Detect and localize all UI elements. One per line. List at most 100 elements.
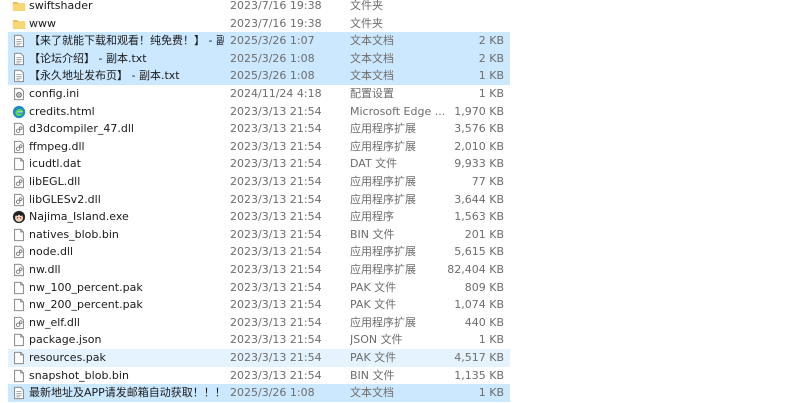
- file-modified-date: 2025/3/26 1:08: [230, 51, 315, 65]
- file-modified-date: 2023/3/13 21:54: [230, 298, 322, 312]
- file-row[interactable]: libEGL.dll 2023/3/13 21:54 应用程序扩展 77 KB: [8, 173, 510, 191]
- folder-icon: [11, 0, 27, 15]
- file-size: 5,615 KB: [454, 245, 504, 259]
- file-size: 1 KB: [478, 87, 504, 100]
- blank-file-icon: [11, 367, 27, 385]
- file-name: icudtl.dat: [29, 157, 81, 171]
- file-size: 2 KB: [478, 51, 504, 65]
- file-type: PAK 文件: [350, 298, 397, 312]
- file-row[interactable]: snapshot_blob.bin 2023/3/13 21:54 BIN 文件 1,…: [8, 367, 510, 385]
- file-modified-date: 2023/3/13 21:54: [230, 175, 322, 188]
- edge-icon: [11, 103, 27, 121]
- file-size: 1,074 KB: [454, 298, 504, 312]
- file-modified-date: 2023/3/13 21:54: [230, 280, 322, 294]
- file-modified-date: 2024/11/24 4:18: [230, 87, 322, 100]
- dll-file-icon: [11, 173, 27, 191]
- file-modified-date: 2023/7/16 19:38: [230, 0, 322, 12]
- file-name: Najima_Island.exe: [29, 210, 129, 224]
- file-size: 1 KB: [478, 333, 504, 347]
- file-size: 809 KB: [464, 280, 504, 294]
- file-type: 应用程序: [350, 210, 394, 224]
- file-type: 文本文档: [350, 34, 394, 48]
- file-type: 应用程序扩展: [350, 175, 416, 188]
- file-type: PAK 文件: [350, 351, 397, 364]
- file-modified-date: 2023/3/13 21:54: [230, 315, 322, 329]
- file-name: nw_200_percent.pak: [29, 298, 143, 312]
- file-name: 【永久地址发布页】 - 副本.txt: [29, 69, 180, 83]
- file-row[interactable]: package.json 2023/3/13 21:54 JSON 文件 1 KB: [8, 331, 510, 349]
- file-modified-date: 2023/3/13 21:54: [230, 263, 322, 276]
- file-modified-date: 2025/3/26 1:07: [230, 34, 315, 48]
- text-file-icon: [11, 67, 27, 85]
- file-row[interactable]: 【论坛介绍】 - 副本.txt 2025/3/26 1:08 文本文档 2 KB: [8, 49, 510, 68]
- file-type: BIN 文件: [350, 227, 395, 241]
- file-row[interactable]: credits.html 2023/3/13 21:54 Microsoft Edg…: [8, 103, 510, 121]
- file-modified-date: 2023/3/13 21:54: [230, 368, 322, 382]
- file-name: 【论坛介绍】 - 副本.txt: [29, 51, 147, 65]
- file-size: 77 KB: [471, 175, 504, 188]
- file-name: libEGL.dll: [29, 175, 81, 188]
- file-row[interactable]: Najima_Island.exe 2023/3/13 21:54 应用程序 1,56…: [8, 208, 510, 226]
- file-name: nw_100_percent.pak: [29, 280, 143, 294]
- blank-file-icon: [11, 226, 27, 244]
- file-row[interactable]: config.ini 2024/11/24 4:18 配置设置 1 KB: [8, 85, 510, 103]
- file-row[interactable]: 【来了就能下载和观看！纯免费！】 - 副本.txt 2025/3/26 1:07 文…: [8, 32, 510, 50]
- file-type: 应用程序扩展: [350, 139, 416, 153]
- file-size: 201 KB: [464, 227, 504, 241]
- file-modified-date: 2023/3/13 21:54: [230, 157, 322, 171]
- file-row[interactable]: 最新地址及APP请发邮箱自动获取！！！ 2025/3/26 1:08 文本文档 1 K…: [8, 384, 510, 402]
- file-row[interactable]: libGLESv2.dll 2023/3/13 21:54 应用程序扩展 3,644 …: [8, 191, 510, 209]
- dll-file-icon: [11, 261, 27, 279]
- file-size: 82,404 KB: [447, 263, 504, 276]
- file-row[interactable]: nw_200_percent.pak 2023/3/13 21:54 PAK 文件 1…: [8, 296, 510, 314]
- file-type: DAT 文件: [350, 157, 398, 171]
- file-size: 1 KB: [478, 69, 504, 83]
- file-size: 1,135 KB: [454, 368, 504, 382]
- file-size: 4,517 KB: [454, 351, 504, 364]
- blank-file-icon: [11, 279, 27, 297]
- file-name: libGLESv2.dll: [29, 192, 101, 206]
- file-name: 【来了就能下载和观看！纯免费！】 - 副本.txt: [29, 34, 224, 48]
- file-type: JSON 文件: [350, 333, 403, 347]
- file-size: 3,644 KB: [454, 192, 504, 206]
- file-row[interactable]: nw.dll 2023/3/13 21:54 应用程序扩展 82,404 KB: [8, 261, 510, 279]
- file-modified-date: 2023/3/13 21:54: [230, 333, 322, 347]
- file-row[interactable]: node.dll 2023/3/13 21:54 应用程序扩展 5,615 KB: [8, 243, 510, 261]
- file-type: BIN 文件: [350, 368, 395, 382]
- file-row[interactable]: ffmpeg.dll 2023/3/13 21:54 应用程序扩展 2,010 KB: [8, 138, 510, 156]
- file-row[interactable]: 【永久地址发布页】 - 副本.txt 2025/3/26 1:08 文本文档 1 KB: [8, 67, 510, 85]
- file-type: 文件夹: [350, 0, 383, 12]
- file-name: natives_blob.bin: [29, 227, 119, 241]
- file-size: 2 KB: [478, 34, 504, 48]
- blank-file-icon: [11, 331, 27, 349]
- file-modified-date: 2023/3/13 21:54: [230, 139, 322, 153]
- text-file-icon: [11, 384, 27, 402]
- file-name: node.dll: [29, 245, 74, 259]
- file-type: 文本文档: [350, 51, 394, 65]
- file-modified-date: 2023/3/13 21:54: [230, 245, 322, 259]
- file-name: snapshot_blob.bin: [29, 368, 129, 382]
- app-icon: [11, 208, 27, 226]
- file-type: 文本文档: [350, 386, 394, 400]
- file-type: 应用程序扩展: [350, 122, 416, 136]
- file-name: www: [29, 16, 56, 30]
- file-row[interactable]: natives_blob.bin 2023/3/13 21:54 BIN 文件 201…: [8, 226, 510, 244]
- file-row[interactable]: www 2023/7/16 19:38 文件夹: [8, 15, 510, 33]
- dll-file-icon: [11, 191, 27, 209]
- settings-file-icon: [11, 85, 27, 103]
- file-name: resources.pak: [29, 351, 106, 364]
- file-row[interactable]: swiftshader 2023/7/16 19:38 文件夹: [8, 0, 510, 15]
- file-type: 文件夹: [350, 16, 383, 30]
- file-modified-date: 2025/3/26 1:08: [230, 386, 315, 400]
- file-row[interactable]: resources.pak 2023/3/13 21:54 PAK 文件 4,517 …: [8, 349, 510, 367]
- file-size: 440 KB: [464, 315, 504, 329]
- text-file-icon: [11, 50, 27, 68]
- file-size: 9,933 KB: [454, 157, 504, 171]
- file-type: 应用程序扩展: [350, 192, 416, 206]
- file-row[interactable]: nw_elf.dll 2023/3/13 21:54 应用程序扩展 440 KB: [8, 314, 510, 332]
- file-row[interactable]: nw_100_percent.pak 2023/3/13 21:54 PAK 文件 8…: [8, 279, 510, 297]
- file-row[interactable]: d3dcompiler_47.dll 2023/3/13 21:54 应用程序扩展 3…: [8, 120, 510, 138]
- file-modified-date: 2023/3/13 21:54: [230, 104, 322, 118]
- file-row[interactable]: icudtl.dat 2023/3/13 21:54 DAT 文件 9,933 KB: [8, 155, 510, 173]
- blank-file-icon: [11, 296, 27, 314]
